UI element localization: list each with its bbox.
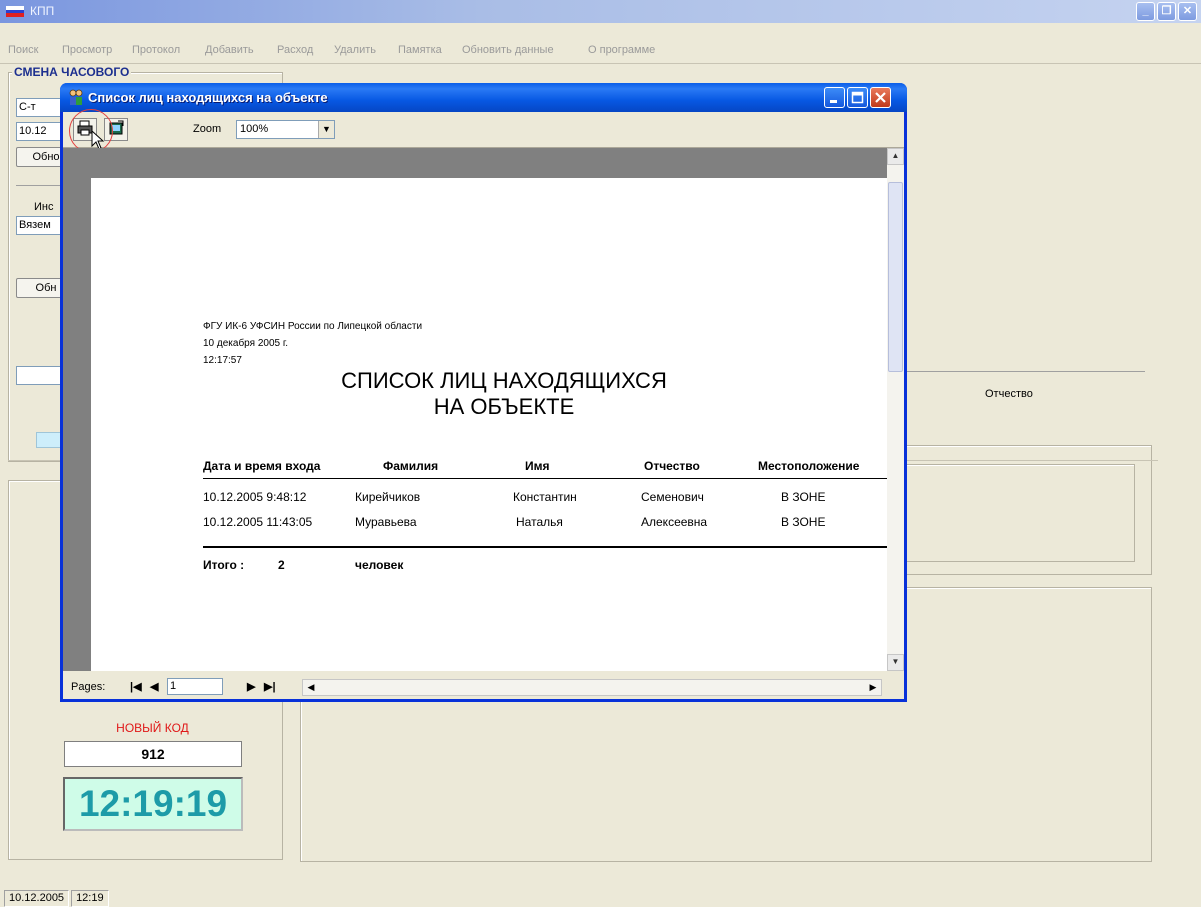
menu-item-expense[interactable]: Расход (277, 44, 313, 56)
menu-item-view[interactable]: Просмотр (62, 44, 112, 56)
chevron-down-icon[interactable]: ▼ (318, 121, 334, 138)
report-org: ФГУ ИК-6 УФСИН России по Липецкой област… (203, 321, 423, 332)
column-header-patronymic: Отчество (644, 459, 700, 473)
app-flag-icon (6, 6, 24, 18)
status-date: 10.12.2005 (4, 890, 70, 907)
people-icon (69, 89, 83, 105)
row2-name: Наталья (516, 515, 563, 529)
row2-entry-time: 10.12.2005 11:43:05 (203, 515, 313, 529)
status-bar: 10.12.2005 12:19 (4, 890, 111, 907)
total-label: Итого : (203, 558, 245, 572)
total-value: 2 (278, 558, 285, 572)
main-restore-button[interactable]: ❐ (1157, 2, 1176, 21)
clock-display: 12:19:19 (63, 777, 243, 831)
dialog-maximize-button[interactable] (847, 87, 868, 108)
zoom-select[interactable]: 100% ▼ (236, 120, 335, 139)
dialog-title: Список лиц находящихся на объекте (88, 90, 328, 105)
main-close-button[interactable]: ✕ (1178, 2, 1197, 21)
report-title-line2: НА ОБЪЕКТЕ (433, 394, 575, 419)
menu-item-protocol[interactable]: Протокол (132, 44, 180, 56)
report-date: 10 декабря 2005 г. (203, 338, 289, 349)
dialog-title-bar: Список лиц находящихся на объекте (60, 83, 907, 112)
guard-shift-title: СМЕНА ЧАСОВОГО (12, 65, 132, 79)
row2-patronymic: Алексеевна (641, 515, 708, 529)
people-on-site-dialog: Список лиц находящихся на объекте Zoom 1… (60, 83, 907, 702)
main-minimize-button[interactable]: _ (1136, 2, 1155, 21)
menu-separator (0, 63, 1201, 64)
patronymic-column-header: Отчество (985, 388, 1033, 400)
mouse-cursor-icon (91, 130, 105, 150)
zoom-value: 100% (240, 123, 269, 135)
preview-area[interactable]: ФГУ ИК-6 УФСИН России по Липецкой област… (63, 148, 887, 671)
pages-label: Pages: (71, 681, 106, 693)
vertical-scrollbar[interactable]: ▲ ▼ (887, 148, 904, 671)
next-page-icon[interactable]: ▶ (247, 680, 255, 693)
menu-item-refresh[interactable]: Обновить данные (462, 44, 554, 56)
row1-surname: Кирейчиков (355, 490, 421, 504)
row2-location: В ЗОНЕ (781, 515, 826, 529)
scroll-left-icon[interactable]: ◀ (303, 680, 319, 695)
scroll-up-icon[interactable]: ▲ (887, 148, 904, 165)
dialog-minimize-button[interactable] (824, 87, 845, 108)
total-rule (203, 546, 887, 548)
main-window-title: КПП (30, 4, 55, 18)
row1-patronymic: Семенович (641, 490, 704, 504)
vertical-scroll-thumb[interactable] (888, 182, 903, 372)
menu-item-search[interactable]: Поиск (8, 44, 38, 56)
menu-item-memo[interactable]: Памятка (398, 44, 442, 56)
column-header-surname: Фамилия (383, 459, 439, 473)
prev-page-icon[interactable]: ◀ (150, 680, 158, 693)
row2-surname: Муравьева (355, 515, 417, 529)
status-time: 12:19 (71, 890, 109, 907)
menu-item-delete[interactable]: Удалить (334, 44, 376, 56)
horizontal-scrollbar[interactable]: ◀ ▶ (302, 679, 882, 696)
report-title-line1: СПИСОК ЛИЦ НАХОДЯЩИХСЯ (341, 368, 667, 393)
report-page: ФГУ ИК-6 УФСИН России по Липецкой област… (91, 178, 887, 671)
column-header-name: Имя (525, 459, 550, 473)
menu-item-about[interactable]: О программе (588, 44, 655, 56)
page-number-input[interactable]: 1 (167, 678, 223, 695)
row1-name: Константин (513, 490, 577, 504)
main-title-bar: КПП _ ❐ ✕ (0, 0, 1201, 23)
new-code-label: НОВЫЙ КОД (116, 721, 189, 735)
dialog-close-button[interactable] (870, 87, 891, 108)
column-header-entry-time: Дата и время входа (203, 459, 321, 473)
row1-location: В ЗОНЕ (781, 490, 826, 504)
report-time: 12:17:57 (203, 355, 242, 366)
column-header-location: Местоположение (758, 459, 860, 473)
total-unit: человек (355, 558, 404, 572)
inspector-label: Инс (34, 201, 54, 213)
scroll-right-icon[interactable]: ▶ (865, 680, 881, 695)
dialog-toolbar: Zoom 100% ▼ (63, 112, 904, 148)
divider (16, 185, 61, 186)
zoom-label: Zoom (193, 123, 222, 135)
first-page-icon[interactable]: |◀ (130, 680, 142, 693)
header-rule (203, 478, 887, 479)
last-page-icon[interactable]: ▶| (264, 680, 276, 693)
grid-header-line (905, 371, 1145, 372)
row1-entry-time: 10.12.2005 9:48:12 (203, 490, 307, 504)
menu-item-add[interactable]: Добавить (205, 44, 254, 56)
page-navigation-bar: Pages: |◀ ◀ 1 ▶ ▶| ◀ ▶ (63, 671, 904, 699)
new-code-field: 912 (64, 741, 242, 767)
scroll-down-icon[interactable]: ▼ (887, 654, 904, 671)
